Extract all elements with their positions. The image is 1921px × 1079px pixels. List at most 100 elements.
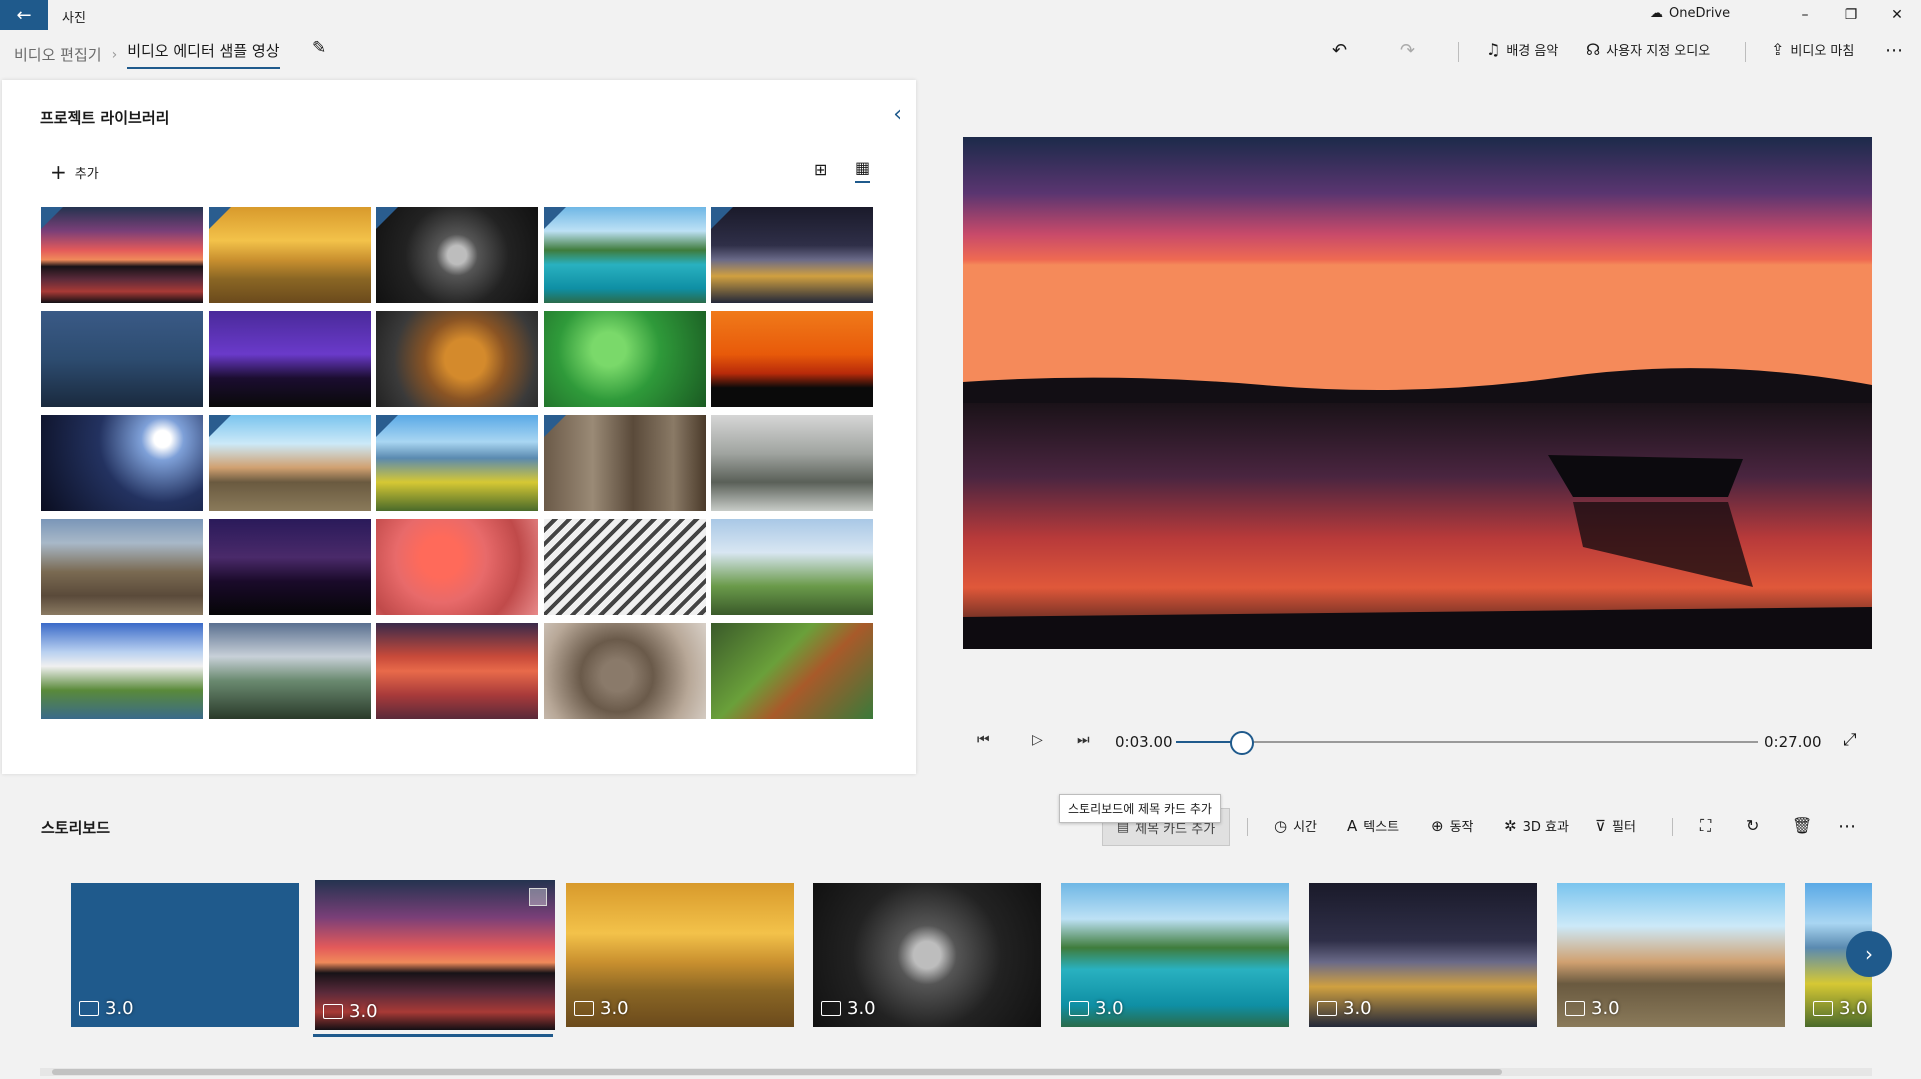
media-tile[interactable] (208, 415, 371, 511)
filter-icon: ⊽ (1595, 816, 1606, 835)
maximize-button[interactable]: ❐ (1828, 0, 1874, 30)
duration-button[interactable]: ◷ 시간 (1274, 816, 1317, 836)
more-options-button[interactable]: ⋯ (1885, 40, 1903, 61)
tooltip: 스토리보드에 제목 카드 추가 (1059, 794, 1221, 823)
card-duration-value: 3.0 (847, 998, 876, 1019)
3d-effects-button[interactable]: ✲ 3D 효과 (1504, 816, 1569, 836)
person-voice-icon: ☊ (1586, 40, 1601, 59)
media-tile[interactable] (376, 207, 538, 303)
storyboard-card[interactable]: 3.0 (1309, 883, 1537, 1027)
storyboard-card[interactable]: 3.0 (1557, 883, 1785, 1027)
media-tile[interactable] (543, 623, 706, 719)
current-time: 0:03.00 (1115, 733, 1173, 751)
media-tile[interactable] (208, 519, 371, 615)
add-media-button[interactable]: + 추가 (50, 160, 99, 184)
delete-button[interactable]: 🗑 (1792, 816, 1812, 835)
large-thumbnails-view-button[interactable]: ⊞ (814, 160, 827, 179)
media-tile[interactable] (711, 623, 873, 719)
storyboard-card[interactable]: 3.0 (71, 883, 299, 1027)
media-tile[interactable] (41, 207, 203, 303)
playback-bar: ⏮ ▷ ⏭ 0:03.00 0:27.00 ⤢ (963, 728, 1872, 756)
fullscreen-button[interactable]: ⤢ (1843, 730, 1857, 750)
divider (1745, 42, 1746, 62)
3d-effects-label: 3D 효과 (1522, 820, 1569, 835)
divider (1458, 42, 1459, 62)
play-icon: ▷ (1032, 732, 1043, 748)
plus-icon: + (50, 160, 67, 184)
rotate-button[interactable]: ↻ (1746, 816, 1759, 835)
background-music-label: 배경 음악 (1506, 44, 1559, 59)
chevron-left-icon: ‹ (893, 102, 902, 127)
card-duration-value: 3.0 (600, 998, 629, 1019)
media-tile[interactable] (208, 207, 371, 303)
small-thumbnails-view-button[interactable]: ▦ (855, 158, 871, 183)
next-frame-button[interactable]: ⏭ (1077, 732, 1090, 748)
media-tile[interactable] (711, 311, 873, 407)
media-tile[interactable] (543, 415, 706, 511)
media-tile[interactable] (41, 311, 203, 407)
media-tile[interactable] (543, 311, 706, 407)
media-tile[interactable] (711, 519, 873, 615)
card-duration: 3.0 (1565, 998, 1620, 1019)
custom-audio-button[interactable]: ☊ 사용자 지정 오디오 (1586, 40, 1710, 59)
card-duration: 3.0 (323, 1001, 378, 1022)
storyboard-card[interactable]: 3.0 (813, 883, 1041, 1027)
collapse-library-button[interactable]: ‹ (893, 102, 902, 127)
seek-thumb[interactable] (1230, 731, 1255, 755)
motion-button[interactable]: ⊕ 동작 (1431, 816, 1474, 836)
add-label: 추가 (74, 166, 99, 182)
storyboard-card[interactable]: 3.0 (566, 883, 794, 1027)
scrollbar-thumb[interactable] (52, 1069, 1502, 1075)
media-tile[interactable] (41, 415, 203, 511)
back-button[interactable]: ← (0, 0, 48, 30)
minimize-button[interactable]: – (1782, 0, 1828, 30)
card-duration-value: 3.0 (105, 998, 134, 1019)
rename-button[interactable]: ✎ (312, 38, 326, 58)
storyboard-card[interactable]: 3.0 (315, 880, 555, 1030)
video-preview[interactable] (963, 137, 1872, 649)
media-tile[interactable] (41, 623, 203, 719)
redo-button[interactable]: ↷ (1400, 40, 1415, 61)
arrow-left-icon: ← (16, 4, 32, 26)
undo-button[interactable]: ↶ (1332, 40, 1347, 61)
media-tile[interactable] (41, 519, 203, 615)
scroll-right-button[interactable]: › (1846, 931, 1892, 977)
media-tile[interactable] (711, 207, 873, 303)
horizontal-scrollbar[interactable] (40, 1068, 1872, 1076)
storyboard-card[interactable]: 3.0 (1061, 883, 1289, 1027)
crop-icon: ⛶ (1700, 816, 1712, 835)
storyboard-more-button[interactable]: ⋯ (1838, 816, 1856, 837)
storyboard-title: 스토리보드 (41, 819, 111, 837)
previous-frame-button[interactable]: ⏮ (977, 732, 990, 748)
filter-label: 필터 (1611, 820, 1636, 835)
media-tile[interactable] (376, 519, 538, 615)
media-tile[interactable] (376, 311, 538, 407)
text-button[interactable]: A 텍스트 (1347, 816, 1399, 836)
card-duration: 3.0 (574, 998, 629, 1019)
media-tile[interactable] (376, 623, 538, 719)
step-back-icon: ⏮ (977, 732, 990, 748)
select-checkbox[interactable] (529, 888, 547, 906)
onedrive-status[interactable]: ☁ OneDrive (1650, 6, 1730, 21)
grid-large-icon: ⊞ (814, 160, 828, 179)
seek-slider[interactable] (1176, 731, 1758, 755)
resize-button[interactable]: ⛶ (1700, 816, 1711, 836)
media-tile[interactable] (208, 623, 371, 719)
breadcrumb: 비디오 편집기 › 비디오 에디터 샘플 영상 (14, 40, 280, 69)
project-library-panel: 프로젝트 라이브러리 ‹ + 추가 ⊞ ▦ (2, 80, 916, 774)
media-tile[interactable] (543, 519, 706, 615)
media-tile[interactable] (543, 207, 706, 303)
play-button[interactable]: ▷ (1032, 732, 1043, 748)
media-tile[interactable] (711, 415, 873, 511)
filter-button[interactable]: ⊽ 필터 (1595, 816, 1636, 836)
media-tile[interactable] (376, 415, 538, 511)
undo-icon: ↶ (1332, 40, 1348, 61)
chevron-right-icon: › (1865, 942, 1873, 966)
finish-video-button[interactable]: ⇪ 비디오 마침 (1771, 40, 1854, 59)
motion-label: 동작 (1449, 820, 1474, 835)
background-music-button[interactable]: ♫ 배경 음악 (1486, 40, 1558, 59)
breadcrumb-root[interactable]: 비디오 편집기 (14, 44, 102, 65)
media-tile[interactable] (208, 311, 371, 407)
sparkle-icon: ✲ (1504, 816, 1517, 835)
close-button[interactable]: ✕ (1874, 0, 1920, 30)
